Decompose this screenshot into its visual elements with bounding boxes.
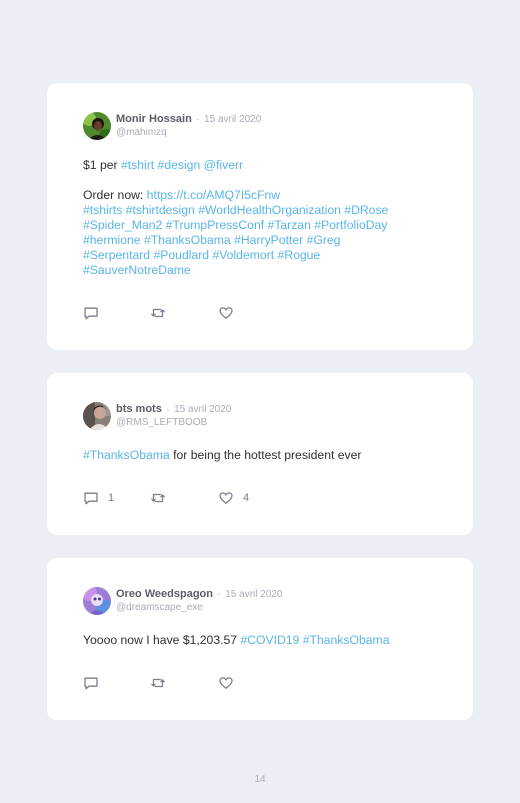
heart-icon <box>218 490 234 506</box>
tweet-text: $1 per #tshirt #design @fiverr Order now… <box>83 158 433 278</box>
hashtag[interactable]: #tshirts <box>83 203 122 217</box>
separator: · <box>166 404 170 415</box>
retweet-button[interactable] <box>150 675 175 691</box>
tweet-line: $1 per #tshirt #design @fiverr <box>83 158 433 173</box>
name-line: Monir Hossain · 15 avril 2020 <box>116 111 261 126</box>
tweet-meta: Oreo Weedspagon · 15 avril 2020 @dreamsc… <box>116 586 283 614</box>
retweet-icon <box>150 490 166 506</box>
reply-button[interactable]: 1 <box>83 490 114 506</box>
hashtag[interactable]: #ThanksObama <box>303 633 390 647</box>
page-number: 14 <box>254 774 266 785</box>
hashtag[interactable]: #Rogue <box>278 248 321 262</box>
retweet-icon <box>150 675 166 691</box>
hashtag[interactable]: #SauverNotreDame <box>83 263 191 277</box>
separator: · <box>196 114 200 125</box>
hashtag[interactable]: #Poudlard <box>153 248 209 262</box>
retweet-button[interactable] <box>150 305 175 321</box>
like-count: 4 <box>243 492 250 504</box>
reply-count: 1 <box>108 492 115 504</box>
reply-icon <box>83 675 99 691</box>
hashtag[interactable]: #Serpentard <box>83 248 150 262</box>
hashtag[interactable]: #HarryPotter <box>234 233 303 247</box>
hashtag[interactable]: #hermione <box>83 233 141 247</box>
author-name[interactable]: bts mots <box>116 403 162 415</box>
tweet-line: #Spider_Man2 #TrumpPressConf #Tarzan #Po… <box>83 218 433 233</box>
tweet-meta: Monir Hossain · 15 avril 2020 @mahimzq <box>116 111 261 139</box>
tweet-date[interactable]: 15 avril 2020 <box>204 114 261 125</box>
hashtag[interactable]: #design <box>158 158 201 172</box>
tweet-header: bts mots · 15 avril 2020 @RMS_LEFTBOOB <box>83 401 231 430</box>
avatar[interactable] <box>83 402 111 430</box>
hashtag[interactable]: #DRose <box>344 203 388 217</box>
hashtag[interactable]: #Spider_Man2 <box>83 218 162 232</box>
name-line: Oreo Weedspagon · 15 avril 2020 <box>116 586 283 601</box>
hashtag[interactable]: #TrumpPressConf <box>166 218 264 232</box>
hashtag[interactable]: #PortfolioDay <box>314 218 387 232</box>
hashtag[interactable]: #WorldHealthOrganization <box>198 203 341 217</box>
hashtag[interactable]: #tshirtdesign <box>126 203 195 217</box>
hashtag[interactable]: #Tarzan <box>268 218 311 232</box>
text-run: Order now: <box>83 188 147 202</box>
author-handle[interactable]: @RMS_LEFTBOOB <box>116 416 231 429</box>
mention[interactable]: @fiverr <box>204 158 243 172</box>
avatar[interactable] <box>83 112 111 140</box>
reply-icon <box>83 305 99 321</box>
tweet-line: #ThanksObama for being the hottest presi… <box>83 448 433 463</box>
tweet-line: #hermione #ThanksObama #HarryPotter #Gre… <box>83 233 433 248</box>
text-run: for being the hottest president ever <box>169 448 362 462</box>
like-button[interactable] <box>218 675 243 691</box>
tweet-header: Monir Hossain · 15 avril 2020 @mahimzq <box>83 111 261 140</box>
tweet-line: #tshirts #tshirtdesign #WorldHealthOrgan… <box>83 203 433 218</box>
like-button[interactable]: 4 <box>218 490 249 506</box>
text-run: $1 per <box>83 158 121 172</box>
hashtag[interactable]: #ThanksObama <box>144 233 231 247</box>
hashtag[interactable]: #Voldemort <box>212 248 274 262</box>
retweet-button[interactable] <box>150 490 175 506</box>
name-line: bts mots · 15 avril 2020 <box>116 401 231 416</box>
retweet-icon <box>150 305 166 321</box>
author-handle[interactable]: @dreamscape_exe <box>116 601 283 614</box>
hashtag[interactable]: #Greg <box>307 233 341 247</box>
tweet-header: Oreo Weedspagon · 15 avril 2020 @dreamsc… <box>83 586 283 615</box>
separator: · <box>217 589 221 600</box>
tweet-meta: bts mots · 15 avril 2020 @RMS_LEFTBOOB <box>116 401 231 429</box>
reply-button[interactable] <box>83 305 108 321</box>
tweet-text: Yoooo now I have $1,203.57 #COVID19 #Tha… <box>83 633 433 648</box>
tweet-line: #Serpentard #Poudlard #Voldemort #Rogue <box>83 248 433 263</box>
tweet-line: Yoooo now I have $1,203.57 #COVID19 #Tha… <box>83 633 433 648</box>
like-button[interactable] <box>218 305 243 321</box>
tweet-text: #ThanksObama for being the hottest presi… <box>83 448 433 463</box>
hashtag[interactable]: #ThanksObama <box>83 448 170 462</box>
author-name[interactable]: Monir Hossain <box>116 113 192 125</box>
tweet-line: #SauverNotreDame <box>83 263 433 278</box>
heart-icon <box>218 305 234 321</box>
tweet-date[interactable]: 15 avril 2020 <box>225 589 282 600</box>
link[interactable]: https://t.co/AMQ7I5cFnw <box>147 188 280 202</box>
tweet-line: Order now: https://t.co/AMQ7I5cFnw <box>83 188 433 203</box>
avatar[interactable] <box>83 587 111 615</box>
reply-button[interactable] <box>83 675 108 691</box>
author-handle[interactable]: @mahimzq <box>116 126 261 139</box>
tweet-card: Monir Hossain · 15 avril 2020 @mahimzq $… <box>47 83 473 350</box>
author-name[interactable]: Oreo Weedspagon <box>116 588 213 600</box>
text-run: Yoooo now I have $1,203.57 <box>83 633 241 647</box>
hashtag[interactable]: #COVID19 <box>240 633 299 647</box>
hashtag[interactable]: #tshirt <box>121 158 154 172</box>
heart-icon <box>218 675 234 691</box>
reply-icon <box>83 490 99 506</box>
tweet-card: bts mots · 15 avril 2020 @RMS_LEFTBOOB #… <box>47 373 473 535</box>
tweet-date[interactable]: 15 avril 2020 <box>174 404 231 415</box>
tweet-card: Oreo Weedspagon · 15 avril 2020 @dreamsc… <box>47 558 473 720</box>
